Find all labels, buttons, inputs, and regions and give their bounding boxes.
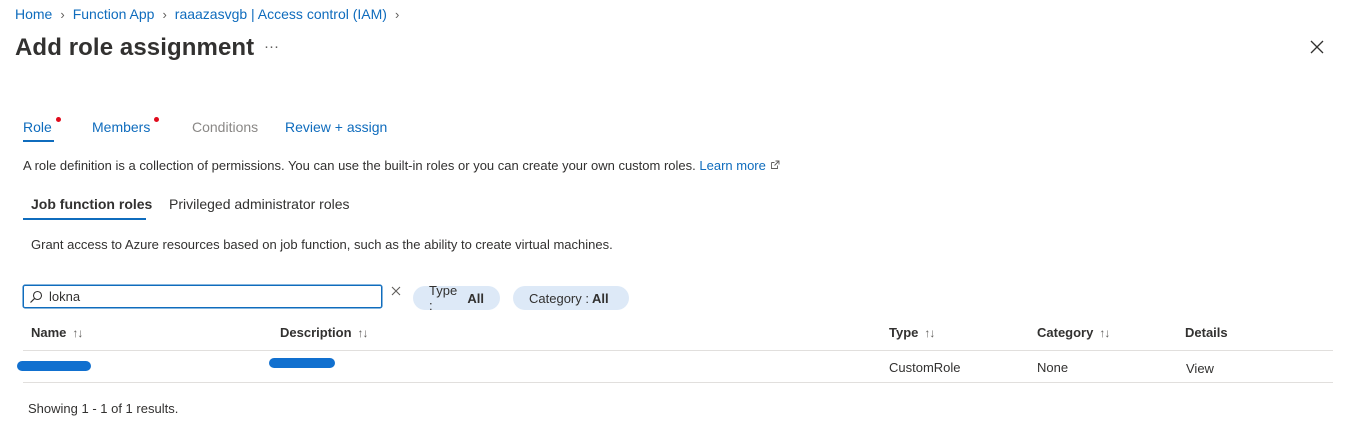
close-button[interactable] [1306,36,1328,58]
type-filter-label: Type : [429,283,458,313]
column-header-category[interactable]: Category ↑↓ [1037,325,1110,340]
learn-more-label: Learn more [699,158,766,173]
tab-role-underline [23,140,54,142]
search-icon [30,290,43,303]
column-header-name-label: Name [31,325,67,340]
subtab-job-function-roles[interactable]: Job function roles [31,196,152,212]
subtab-privileged-administrator-roles[interactable]: Privileged administrator roles [169,196,350,212]
column-header-description[interactable]: Description ↑↓ [280,325,369,340]
table-row[interactable]: CustomRole None View [17,351,1333,382]
column-header-category-label: Category [1037,325,1094,340]
sort-icon: ↑↓ [1099,325,1110,340]
view-details-link[interactable]: View [1186,361,1214,376]
subtab-underline [23,218,146,220]
category-filter-value: All [591,290,609,306]
external-link-icon [771,160,780,169]
type-filter-value: All [467,290,484,306]
role-description-text: A role definition is a collection of per… [23,158,696,173]
clear-search-button[interactable] [389,284,403,298]
breadcrumb-chevron-icon: › [60,6,65,22]
column-header-type[interactable]: Type ↑↓ [889,325,935,340]
column-header-details: Details [1185,325,1228,340]
redacted-role-description [269,358,335,368]
column-header-description-label: Description [280,325,352,340]
close-icon [391,286,401,296]
tab-role[interactable]: Role [23,117,61,135]
breadcrumb-chevron-icon: › [394,6,400,22]
results-count: Showing 1 - 1 of 1 results. [28,401,179,416]
breadcrumb: Home › Function App › raaazasvgb | Acces… [15,6,407,22]
more-options-button[interactable]: ··· [264,38,279,55]
search-box[interactable] [23,285,382,308]
redacted-role-name [17,361,91,371]
sort-icon: ↑↓ [357,325,369,340]
breadcrumb-access-control[interactable]: raaazasvgb | Access control (IAM) [175,6,387,22]
sort-icon: ↑↓ [924,325,935,340]
type-filter-button[interactable]: Type : All [413,283,500,313]
tab-conditions[interactable]: Conditions [192,119,258,135]
sort-icon: ↑↓ [72,325,83,340]
role-description: A role definition is a collection of per… [23,158,780,173]
close-icon [1310,40,1324,54]
column-header-name[interactable]: Name ↑↓ [31,325,83,340]
learn-more-link[interactable]: Learn more [699,158,780,173]
tab-conditions-label: Conditions [192,119,259,135]
required-indicator [56,117,61,122]
category-filter-label: Category : [529,290,589,306]
column-header-details-label: Details [1185,325,1228,340]
tab-members[interactable]: Members [92,117,159,135]
search-input[interactable] [49,289,369,304]
breadcrumb-chevron-icon: › [162,6,167,22]
tab-role-label: Role [23,119,52,135]
role-category-cell: None [1037,360,1069,375]
role-type-cell: CustomRole [889,360,961,375]
breadcrumb-function-app[interactable]: Function App [73,6,155,22]
category-filter-button[interactable]: Category : All [513,286,629,310]
tab-review-assign[interactable]: Review + assign [285,119,387,135]
page-title: Add role assignment [15,34,255,61]
required-indicator [154,117,159,122]
job-function-description: Grant access to Azure resources based on… [31,237,613,252]
breadcrumb-home[interactable]: Home [15,6,52,22]
table-row-divider [23,382,1333,383]
tab-members-label: Members [92,119,151,135]
tab-review-assign-label: Review + assign [285,119,388,135]
column-header-type-label: Type [889,325,919,340]
